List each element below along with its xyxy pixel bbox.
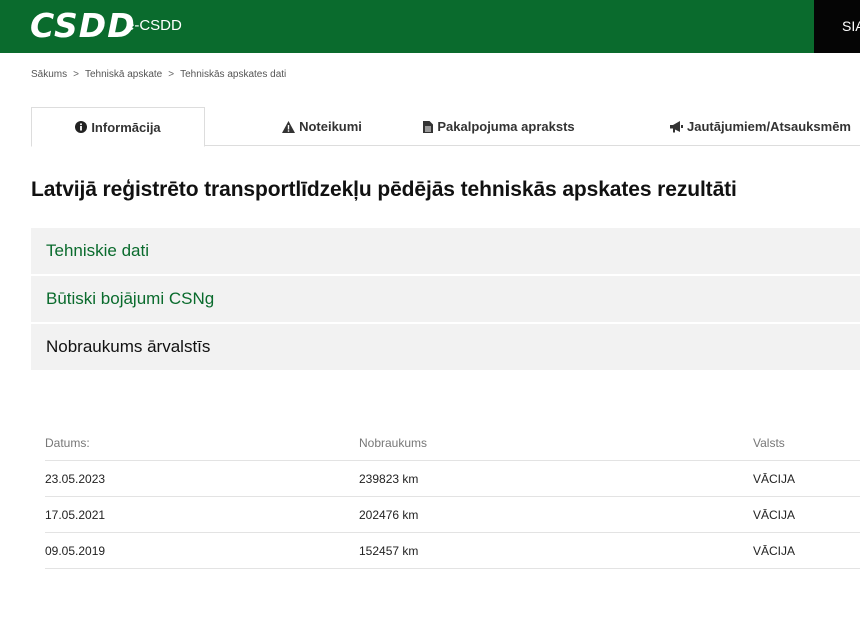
row-mileage: 152457 km xyxy=(359,544,419,558)
info-icon xyxy=(75,121,88,133)
table-header-row: Datums: Nobraukums Valsts xyxy=(45,425,860,461)
document-icon xyxy=(423,120,434,133)
breadcrumb-home[interactable]: Sākums xyxy=(31,69,67,80)
tab-rules[interactable]: Noteikumi xyxy=(205,107,439,146)
tab-service-description-label: Pakalpojuma apraksts xyxy=(437,119,575,134)
tab-bar: Informācija Noteikumi Pakalpojuma apraks… xyxy=(31,107,860,147)
tab-service-description[interactable]: Pakalpojuma apraksts xyxy=(411,107,587,146)
header-mileage: Nobraukums xyxy=(359,436,428,450)
row-date: 23.05.2023 xyxy=(45,472,106,486)
tab-feedback-label: Jautājumiem/Atsauksmēm xyxy=(686,119,851,134)
top-header: CSDD e-CSDD SIA xyxy=(0,0,860,53)
warning-icon xyxy=(282,120,296,133)
language-selector[interactable]: SIA xyxy=(814,0,860,53)
row-mileage: 239823 km xyxy=(359,472,419,486)
breadcrumb-tech-inspection[interactable]: Tehniskā apskate xyxy=(85,69,162,80)
page-title: Latvijā reģistrēto transportlīdzekļu pēd… xyxy=(31,178,737,201)
tab-information[interactable]: Informācija xyxy=(31,107,205,147)
row-country: VĀCIJA xyxy=(753,472,796,486)
megaphone-icon xyxy=(669,120,683,133)
header-date: Datums: xyxy=(45,436,90,450)
row-country: VĀCIJA xyxy=(753,544,796,558)
tab-rules-label: Noteikumi xyxy=(299,119,362,134)
panel-foreign-mileage[interactable]: Nobraukums ārvalstīs xyxy=(31,324,860,370)
breadcrumb-current: Tehniskās apskates dati xyxy=(180,69,287,80)
table-row: 17.05.2021 202476 km VĀCIJA xyxy=(45,497,860,533)
panel-technical-data[interactable]: Tehniskie dati xyxy=(31,228,860,274)
csdd-logo[interactable]: CSDD xyxy=(30,9,136,43)
breadcrumb-separator: > xyxy=(168,69,175,80)
row-mileage: 202476 km xyxy=(359,508,419,522)
tab-information-label: Informācija xyxy=(91,119,161,135)
panel-critical-damage[interactable]: Būtiski bojājumi CSNg xyxy=(31,276,860,322)
breadcrumb-separator: > xyxy=(73,69,79,80)
table-row: 09.05.2019 152457 km VĀCIJA xyxy=(45,533,860,569)
tab-feedback[interactable]: Jautājumiem/Atsauksmēm xyxy=(661,107,860,146)
mileage-table: Datums: Nobraukums Valsts 23.05.2023 239… xyxy=(45,425,860,569)
header-country: Valsts xyxy=(753,436,785,450)
breadcrumb: Sākums > Tehniskā apskate > Tehniskās ap… xyxy=(31,69,286,80)
row-country: VĀCIJA xyxy=(753,508,796,522)
app-name[interactable]: e-CSDD xyxy=(126,17,182,35)
table-row: 23.05.2023 239823 km VĀCIJA xyxy=(45,461,860,497)
row-date: 17.05.2021 xyxy=(45,508,106,522)
row-date: 09.05.2019 xyxy=(45,544,106,558)
